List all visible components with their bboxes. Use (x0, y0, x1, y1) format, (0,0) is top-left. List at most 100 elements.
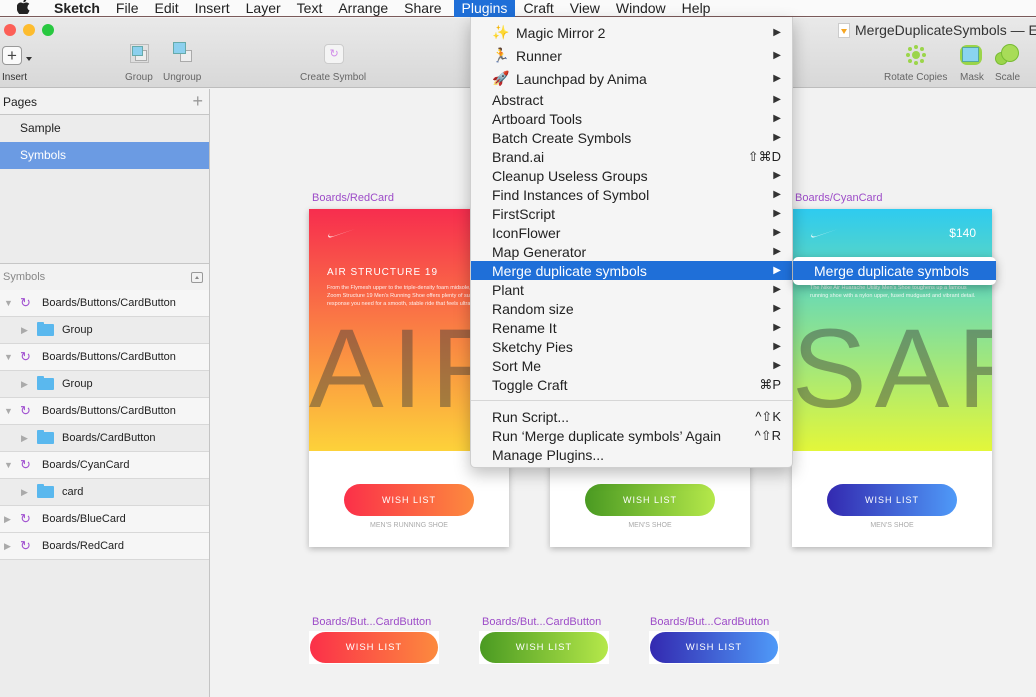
collapse-panel-icon[interactable] (191, 271, 203, 283)
wish-list-button[interactable]: WISH LIST (310, 632, 438, 663)
menu-item-manage-plugins[interactable]: Manage Plugins... (471, 445, 792, 464)
card-price: $140 (949, 226, 976, 240)
disclosure-expanded-icon[interactable]: ▼ (4, 461, 13, 470)
symbols-layer-header: Symbols (0, 263, 209, 290)
menu-plugins[interactable]: Plugins (453, 0, 516, 17)
menu-item-magic-mirror-2[interactable]: ✨ Magic Mirror 2 ▶ (471, 21, 792, 44)
ungroup-icon (171, 42, 193, 66)
disclosure-expanded-icon[interactable]: ▼ (4, 353, 13, 362)
document-title: MergeDuplicateSymbols — E (838, 22, 1036, 38)
menu-item-merge-duplicate-symbols[interactable]: Merge duplicate symbols ▶ (471, 261, 792, 280)
menu-share[interactable]: Share (396, 0, 449, 17)
wish-list-button[interactable]: WISH LIST (827, 484, 957, 516)
menu-item-toggle-craft[interactable]: Toggle Craft ⌘P (471, 375, 792, 394)
menu-item-abstract[interactable]: Abstract ▶ (471, 90, 792, 109)
menu-craft[interactable]: Craft (515, 0, 561, 17)
menu-item-rename-it[interactable]: Rename It ▶ (471, 318, 792, 337)
create-symbol-button[interactable]: ↻ Create Symbol (300, 44, 366, 83)
menu-item-label: Launchpad by Anima (516, 70, 647, 87)
layer-row-group[interactable]: ▶ card (0, 479, 209, 506)
menu-item-label: Cleanup Useless Groups (492, 167, 648, 184)
menu-item-cleanup-useless-groups[interactable]: Cleanup Useless Groups ▶ (471, 166, 792, 185)
layer-row-group[interactable]: ▶ Group (0, 317, 209, 344)
layer-label: Boards/Buttons/CardButton (42, 405, 176, 417)
menu-view[interactable]: View (562, 0, 608, 17)
nike-swoosh-icon (328, 229, 355, 238)
disclosure-collapsed-icon[interactable]: ▶ (21, 434, 29, 443)
page-item-symbols[interactable]: Symbols (0, 142, 209, 169)
menu-item-sketchy-pies[interactable]: Sketchy Pies ▶ (471, 337, 792, 356)
submenu-item-merge-duplicate-symbols[interactable]: Merge duplicate symbols (793, 261, 996, 280)
menu-item-iconflower[interactable]: IconFlower ▶ (471, 223, 792, 242)
layer-row-symbol[interactable]: ▶ ↻ Boards/BlueCard (0, 506, 209, 533)
rotate-copies-button[interactable]: Rotate Copies (884, 44, 947, 83)
button-symbol-blue[interactable]: WISH LIST (649, 631, 779, 664)
disclosure-expanded-icon[interactable]: ▼ (4, 407, 13, 416)
menu-item-plant[interactable]: Plant ▶ (471, 280, 792, 299)
artboard-label-button-3[interactable]: Boards/But...CardButton (650, 616, 769, 628)
menu-item-brand-ai[interactable]: Brand.ai ⇧⌘D (471, 147, 792, 166)
minimize-window-button[interactable] (23, 24, 35, 36)
menu-item-map-generator[interactable]: Map Generator ▶ (471, 242, 792, 261)
menu-edit[interactable]: Edit (146, 0, 186, 17)
insert-button[interactable]: + Insert (2, 46, 32, 83)
menu-item-firstscript[interactable]: FirstScript ▶ (471, 204, 792, 223)
menu-item-batch-create-symbols[interactable]: Batch Create Symbols ▶ (471, 128, 792, 147)
layer-label: Boards/Buttons/CardButton (42, 351, 176, 363)
menu-file[interactable]: File (108, 0, 147, 17)
menu-item-run-merge-duplicate-symbols-again[interactable]: Run ‘Merge duplicate symbols’ Again ^⇧R (471, 426, 792, 445)
disclosure-expanded-icon[interactable]: ▼ (4, 299, 13, 308)
menu-window[interactable]: Window (608, 0, 674, 17)
submenu-arrow-icon: ▶ (773, 322, 781, 333)
close-window-button[interactable] (4, 24, 16, 36)
menu-layer[interactable]: Layer (238, 0, 289, 17)
wish-list-button[interactable]: WISH LIST (480, 632, 608, 663)
menu-arrange[interactable]: Arrange (330, 0, 396, 17)
button-symbol-green[interactable]: WISH LIST (479, 631, 609, 664)
menu-item-artboard-tools[interactable]: Artboard Tools ▶ (471, 109, 792, 128)
layer-row-symbol[interactable]: ▼ ↻ Boards/Buttons/CardButton (0, 290, 209, 317)
wish-list-button[interactable]: WISH LIST (344, 484, 474, 516)
disclosure-collapsed-icon[interactable]: ▶ (21, 380, 29, 389)
artboard-label-cyancard[interactable]: Boards/CyanCard (795, 192, 882, 204)
menu-item-run-script[interactable]: Run Script... ^⇧K (471, 407, 792, 426)
layer-row-symbol[interactable]: ▼ ↻ Boards/Buttons/CardButton (0, 398, 209, 425)
ungroup-button[interactable]: Ungroup (163, 42, 201, 83)
apple-logo-icon[interactable] (0, 0, 46, 17)
artboard-label-button-1[interactable]: Boards/But...CardButton (312, 616, 431, 628)
menu-item-find-instances-of-symbol[interactable]: Find Instances of Symbol ▶ (471, 185, 792, 204)
add-page-plus-icon[interactable]: + (192, 91, 203, 112)
zoom-window-button[interactable] (42, 24, 54, 36)
menu-item-sort-me[interactable]: Sort Me ▶ (471, 356, 792, 375)
layer-row-symbol[interactable]: ▶ ↻ Boards/RedCard (0, 533, 209, 560)
mask-button[interactable]: Mask (959, 44, 984, 83)
disclosure-collapsed-icon[interactable]: ▶ (4, 542, 12, 551)
disclosure-collapsed-icon[interactable]: ▶ (4, 515, 12, 524)
layer-row-group[interactable]: ▶ Boards/CardButton (0, 425, 209, 452)
menu-sketch[interactable]: Sketch (46, 0, 108, 17)
layer-row-symbol[interactable]: ▼ ↻ Boards/Buttons/CardButton (0, 344, 209, 371)
sketch-file-icon (838, 22, 850, 38)
disclosure-collapsed-icon[interactable]: ▶ (21, 326, 29, 335)
menu-item-random-size[interactable]: Random size ▶ (471, 299, 792, 318)
menu-item-runner[interactable]: 🏃 Runner ▶ (471, 44, 792, 67)
group-button[interactable]: Group (125, 44, 153, 83)
artboard-label-redcard[interactable]: Boards/RedCard (312, 192, 394, 204)
disclosure-collapsed-icon[interactable]: ▶ (21, 488, 29, 497)
artboard-label-button-2[interactable]: Boards/But...CardButton (482, 616, 601, 628)
menu-item-launchpad-by-anima[interactable]: 🚀 Launchpad by Anima ▶ (471, 67, 792, 90)
menu-insert[interactable]: Insert (187, 0, 238, 17)
button-symbol-red[interactable]: WISH LIST (309, 631, 439, 664)
menu-help[interactable]: Help (674, 0, 719, 17)
wish-list-button[interactable]: WISH LIST (585, 484, 715, 516)
merge-duplicate-symbols-submenu: Merge duplicate symbols (793, 257, 996, 285)
layer-row-symbol[interactable]: ▼ ↻ Boards/CyanCard (0, 452, 209, 479)
scale-button[interactable]: Scale (994, 44, 1020, 83)
symbol-icon: ↻ (20, 295, 31, 310)
layer-row-group[interactable]: ▶ Group (0, 371, 209, 398)
menu-text[interactable]: Text (289, 0, 331, 17)
wish-list-button[interactable]: WISH LIST (650, 632, 778, 663)
layer-label: Boards/CardButton (62, 432, 156, 444)
menu-separator (471, 400, 792, 401)
page-item-sample[interactable]: Sample (0, 115, 209, 142)
